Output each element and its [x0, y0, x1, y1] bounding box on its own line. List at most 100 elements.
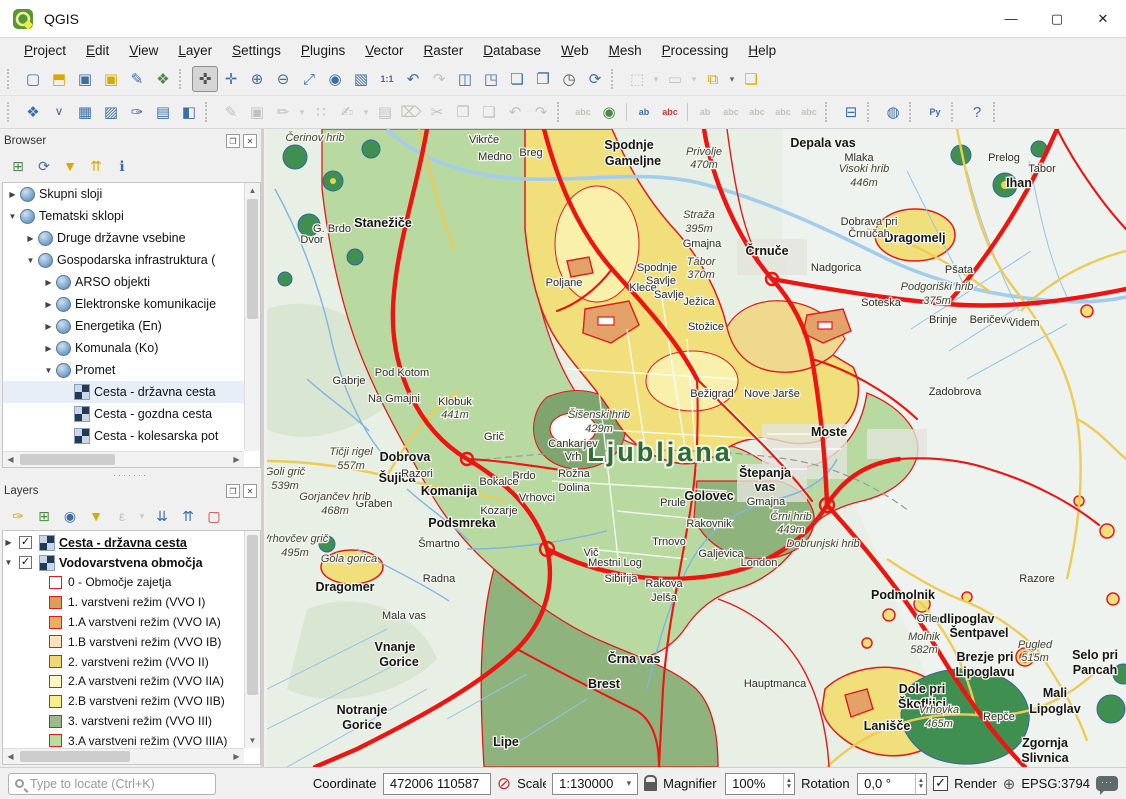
chevron-down-icon[interactable]: ▾ — [726, 66, 738, 92]
menu-help[interactable]: Help — [738, 40, 786, 61]
add-postgis-layer-button[interactable]: ▤ — [150, 99, 176, 125]
layer-item[interactable]: ▼✓Vodovarstvena območja — [3, 553, 244, 573]
menu-web[interactable]: Web — [551, 40, 599, 61]
legend-item[interactable]: 0 - Območje zajetja — [3, 573, 244, 593]
add-delimited-text-button[interactable]: ✑ — [124, 99, 150, 125]
browser-tree-item[interactable]: ▶Druge državne vsebine — [3, 227, 244, 249]
menu-vector[interactable]: Vector — [355, 40, 413, 61]
browser-tree-item[interactable]: Cesta - gozdna cesta — [3, 403, 244, 425]
browser-tree-item[interactable]: ▶Energetika (En) — [3, 315, 244, 337]
layer-item[interactable]: ▶✓Cesta - državna cesta — [3, 533, 244, 553]
browser-filter-button[interactable]: ▼ — [58, 154, 82, 178]
zoom-last-button[interactable]: ↶ — [400, 66, 426, 92]
browser-tree-item[interactable]: ▼Promet — [3, 359, 244, 381]
style-manager-button[interactable]: ❖ — [150, 66, 176, 92]
show-bookmarks-button[interactable]: ❐ — [530, 66, 556, 92]
new-project-button[interactable]: ▢ — [20, 66, 46, 92]
chevron-collapsed-icon[interactable]: ▶ — [7, 190, 18, 199]
pan-to-selection-button[interactable]: ✛ — [218, 66, 244, 92]
legend-item[interactable]: 1.B varstveni režim (VVO IB) — [3, 632, 244, 652]
legend-item[interactable]: 2.B varstveni režim (VVO IIB) — [3, 691, 244, 711]
zoom-to-selection-button[interactable]: ◉ — [322, 66, 348, 92]
scroll-up-icon[interactable]: ▲ — [245, 183, 260, 198]
zoom-full-button[interactable]: ⤢ — [296, 66, 322, 92]
coordinate-input[interactable]: 472006 110587 — [383, 773, 491, 795]
layers-vertical-scrollbar[interactable]: ▼ — [244, 531, 260, 748]
locator-search-input[interactable]: Type to locate (Ctrl+K) — [8, 773, 216, 795]
close-button[interactable]: ✕ — [1080, 0, 1126, 37]
browser-tree-item[interactable]: ▼Tematski sklopi — [3, 205, 244, 227]
browser-tree-item[interactable]: Cesta - državna cesta — [3, 381, 244, 403]
layers-close-button[interactable]: ✕ — [243, 484, 257, 498]
menu-processing[interactable]: Processing — [652, 40, 739, 61]
magnifier-spinbox[interactable]: 100% ▲▼ — [725, 773, 795, 795]
menu-settings[interactable]: Settings — [222, 40, 291, 61]
scroll-right-icon[interactable]: ▶ — [229, 752, 244, 761]
legend-item[interactable]: 2.A varstveni režim (VVO IIA) — [3, 672, 244, 692]
browser-tree-item[interactable]: Cesta - kolesarska pot — [3, 425, 244, 447]
browser-tree-item[interactable]: ▶Skupni sloji — [3, 183, 244, 205]
chevron-expanded-icon[interactable]: ▼ — [25, 256, 36, 265]
crs-status[interactable]: EPSG:3794 — [1021, 776, 1090, 791]
menu-mesh[interactable]: Mesh — [599, 40, 652, 61]
menu-plugins[interactable]: Plugins — [291, 40, 355, 61]
zoom-out-button[interactable]: ⊖ — [270, 66, 296, 92]
new-map-view-button[interactable]: ◫ — [452, 66, 478, 92]
chevron-collapsed-icon[interactable]: ▶ — [43, 300, 54, 309]
layers-horizontal-scrollbar[interactable]: ◀ ▶ — [3, 748, 244, 764]
legend-item[interactable]: 1.A varstveni režim (VVO IA) — [3, 612, 244, 632]
browser-properties-button[interactable]: ℹ — [110, 154, 134, 178]
add-wms-layer-button[interactable]: ◧ — [176, 99, 202, 125]
zoom-to-layer-button[interactable]: ▧ — [348, 66, 374, 92]
crs-globe-icon[interactable]: ⊕ — [1003, 775, 1016, 793]
render-checkbox[interactable]: ✓ — [933, 776, 948, 791]
browser-float-button[interactable]: ❐ — [226, 134, 240, 148]
chevron-expanded-icon[interactable]: ▼ — [7, 212, 18, 221]
chevron-collapsed-icon[interactable]: ▶ — [25, 234, 36, 243]
refresh-map-button[interactable]: ⟳ — [582, 66, 608, 92]
browser-tree-item[interactable]: ▶ARSO objekti — [3, 271, 244, 293]
open-project-button[interactable]: ⬒ — [46, 66, 72, 92]
lock-scale-icon[interactable] — [644, 782, 657, 791]
save-project-as-button[interactable]: ▣ — [98, 66, 124, 92]
new-bookmark-button[interactable]: ❏ — [504, 66, 530, 92]
menu-project[interactable]: Project — [14, 40, 76, 61]
add-mesh-layer-button[interactable]: ▨ — [98, 99, 124, 125]
minimize-button[interactable]: — — [988, 0, 1034, 37]
expand-all-layers-button[interactable]: ⇊ — [150, 504, 174, 528]
new-3d-map-view-button[interactable]: ◳ — [478, 66, 504, 92]
panel-splitter[interactable]: ······· — [0, 472, 261, 481]
legend-item[interactable]: 1. varstveni režim (VVO I) — [3, 592, 244, 612]
browser-tree-item[interactable]: ▼Gospodarska infrastruktura ( — [3, 249, 244, 271]
scroll-left-icon[interactable]: ◀ — [3, 752, 18, 761]
browser-close-button[interactable]: ✕ — [243, 134, 257, 148]
layer-visibility-checkbox[interactable]: ✓ — [19, 556, 32, 569]
zoom-in-button[interactable]: ⊕ — [244, 66, 270, 92]
spinner-arrows-icon[interactable]: ▲▼ — [915, 774, 926, 794]
rotation-spinbox[interactable]: 0,0 ° ▲▼ — [857, 773, 927, 795]
scroll-left-icon[interactable]: ◀ — [3, 455, 18, 464]
scroll-down-icon[interactable]: ▼ — [245, 733, 260, 748]
maximize-button[interactable]: ▢ — [1034, 0, 1080, 37]
extent-tracking-icon[interactable]: ⊘ — [497, 774, 511, 794]
chevron-expanded-icon[interactable]: ▼ — [43, 366, 54, 375]
menu-layer[interactable]: Layer — [168, 40, 222, 61]
menu-database[interactable]: Database — [473, 40, 551, 61]
manage-map-themes-button[interactable]: ◉ — [58, 504, 82, 528]
temporal-controller-button[interactable]: ◷ — [556, 66, 582, 92]
layer-visibility-checkbox[interactable]: ✓ — [19, 536, 32, 549]
project-properties-button[interactable]: ✎ — [124, 66, 150, 92]
layer-labeling-button[interactable]: ab — [631, 99, 657, 125]
browser-refresh-button[interactable]: ⟳ — [32, 154, 56, 178]
save-project-button[interactable]: ▣ — [72, 66, 98, 92]
pan-map-button[interactable]: ✜ — [192, 66, 218, 92]
add-vector-layer-button[interactable]: V — [46, 99, 72, 125]
menu-edit[interactable]: Edit — [76, 40, 119, 61]
menu-raster[interactable]: Raster — [414, 40, 474, 61]
identify-features-button[interactable]: ❏ — [738, 66, 764, 92]
zoom-native-button[interactable]: 1:1 — [374, 66, 400, 92]
browser-horizontal-scrollbar[interactable]: ◀ ▶ — [3, 451, 244, 467]
layer-diagram-button[interactable]: abc — [657, 99, 683, 125]
chevron-collapsed-icon[interactable]: ▶ — [3, 538, 14, 547]
layers-float-button[interactable]: ❐ — [226, 484, 240, 498]
